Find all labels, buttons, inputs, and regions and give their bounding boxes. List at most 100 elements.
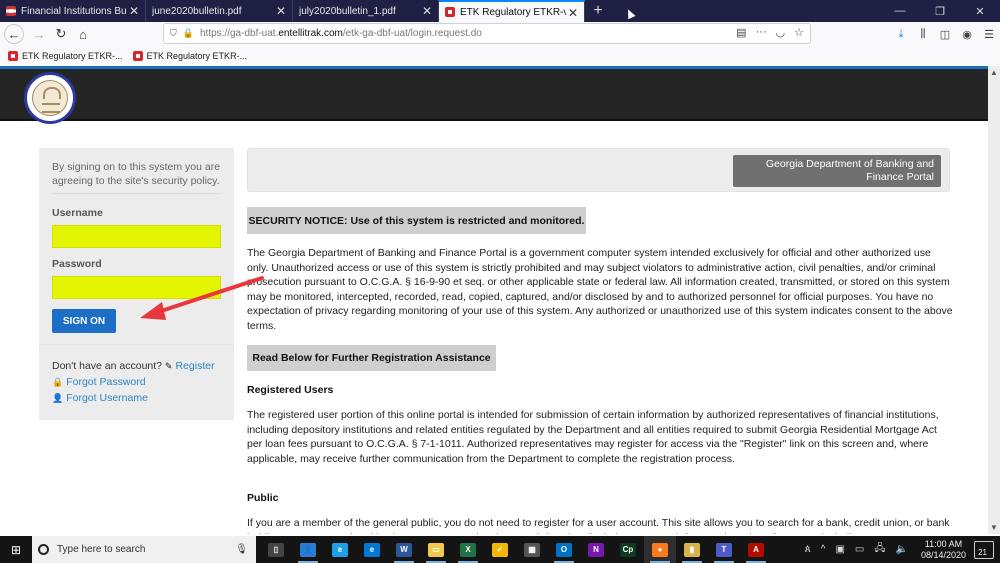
account-icon[interactable]: ◉ bbox=[956, 28, 978, 41]
etk-icon bbox=[132, 51, 143, 61]
firefox-icon: ● bbox=[652, 542, 668, 557]
bookmark-label: ETK Regulatory ETKR-... bbox=[146, 51, 248, 61]
windows-start-icon[interactable]: ⊞ bbox=[0, 536, 32, 563]
microphone-icon[interactable]: 🎙 bbox=[235, 544, 248, 555]
tab-etk-regulatory[interactable]: ETK Regulatory ETKR-v1.24.06.0 ✕ bbox=[439, 0, 585, 22]
tray-app-icon[interactable]: ▣ bbox=[835, 544, 844, 555]
volume-icon[interactable]: 🔈 bbox=[896, 544, 908, 555]
taskbar-app-word[interactable]: W bbox=[388, 536, 420, 563]
clock-time: 11:00 AM bbox=[924, 538, 963, 549]
tab-july2020bulletin[interactable]: july2020bulletin_1.pdf ✕ bbox=[293, 0, 439, 22]
forgot-username-link[interactable]: Forgot Username bbox=[66, 392, 148, 404]
username-label: Username bbox=[52, 207, 103, 219]
system-tray: ጰ ^ ▣ ▭ 🖧 🔈 11:00 AM 08/14/2020 21 bbox=[800, 536, 1000, 563]
navigation-toolbar: ← → ↻ ⌂ ⛉ 🔒 https://ga-dbf-uat. entellitr… bbox=[0, 22, 1000, 46]
password-input[interactable] bbox=[52, 276, 221, 299]
back-button[interactable]: ← bbox=[4, 24, 24, 44]
teams-icon: T bbox=[716, 542, 732, 557]
reload-button[interactable]: ↻ bbox=[50, 23, 72, 45]
page-actions-icon[interactable]: ··· bbox=[756, 26, 767, 39]
tab-title: july2020bulletin_1.pdf bbox=[299, 5, 396, 17]
bookmark-star-icon[interactable]: ☆ bbox=[794, 26, 804, 39]
taskbar-app-acrobat[interactable]: A bbox=[740, 536, 772, 563]
library-icon[interactable]: ⫼ bbox=[912, 28, 934, 41]
close-icon[interactable]: ✕ bbox=[276, 4, 286, 18]
user-icon: 👤 bbox=[52, 393, 64, 403]
taskbar-app-people[interactable]: 👤 bbox=[292, 536, 324, 563]
taskbar-apps: ▯ 👤 e e W ▭ X ✓ ▦ O N Cp ● ▮ T A bbox=[260, 536, 772, 563]
archive-icon: ▮ bbox=[684, 542, 700, 557]
show-hidden-icons[interactable]: ^ bbox=[821, 544, 826, 555]
taskbar-app-excel[interactable]: X bbox=[452, 536, 484, 563]
taskbar-app-norton[interactable]: ✓ bbox=[484, 536, 516, 563]
restore-icon[interactable]: ❐ bbox=[920, 0, 960, 22]
clock[interactable]: 11:00 AM 08/14/2020 bbox=[921, 539, 966, 561]
taskbar-app-teams[interactable]: T bbox=[708, 536, 740, 563]
people-icon: 👤 bbox=[300, 542, 316, 557]
taskbar-app-firefox[interactable]: ● bbox=[644, 536, 676, 563]
sidebar-icon[interactable]: ◫ bbox=[934, 28, 956, 41]
portal-title-badge: Georgia Department of Banking and Financ… bbox=[733, 155, 941, 187]
close-window-icon[interactable]: ✕ bbox=[960, 0, 1000, 22]
taskbar-app-edge[interactable]: e bbox=[356, 536, 388, 563]
tab-title: Financial Institutions Bulletin (2 bbox=[21, 5, 127, 17]
calculator-icon: ▦ bbox=[524, 542, 540, 557]
clock-date: 08/14/2020 bbox=[920, 549, 966, 560]
scroll-down-icon[interactable]: ▼ bbox=[990, 523, 998, 532]
url-prefix: https://ga-dbf-uat. bbox=[199, 28, 279, 39]
taskbar-app-internet-explorer[interactable]: e bbox=[324, 536, 356, 563]
tracking-shield-icon[interactable]: ⛉ bbox=[170, 28, 177, 39]
browser-tab-strip: Financial Institutions Bulletin (2 ✕ jun… bbox=[0, 0, 1000, 22]
taskbar-search[interactable]: Type here to search 🎙 bbox=[32, 536, 256, 563]
tab-financial-institutions-bulletin[interactable]: Financial Institutions Bulletin (2 ✕ bbox=[0, 0, 146, 22]
menu-icon[interactable]: ☰ bbox=[978, 28, 1000, 41]
forgot-password-link[interactable]: Forgot Password bbox=[66, 376, 145, 388]
battery-icon[interactable]: ▭ bbox=[855, 544, 864, 555]
lock-icon: 🔒 bbox=[52, 377, 64, 387]
register-link[interactable]: Register bbox=[175, 360, 214, 372]
home-button[interactable]: ⌂ bbox=[72, 23, 94, 45]
new-tab-button[interactable]: + bbox=[585, 0, 611, 22]
minimize-icon[interactable]: — bbox=[880, 0, 920, 22]
page-scrollbar[interactable]: ▲ ▼ bbox=[988, 66, 1000, 534]
taskbar-app-calculator[interactable]: ▦ bbox=[516, 536, 548, 563]
captivate-icon: Cp bbox=[620, 542, 636, 557]
notification-count: 21 bbox=[978, 547, 987, 557]
lock-icon[interactable]: 🔒 bbox=[183, 28, 194, 39]
public-heading: Public bbox=[247, 492, 279, 504]
portal-banner: Georgia Department of Banking and Financ… bbox=[247, 148, 950, 192]
scroll-up-icon[interactable]: ▲ bbox=[990, 68, 998, 77]
people-tray-icon[interactable]: ጰ bbox=[805, 544, 811, 555]
reader-view-icon[interactable]: ▤ bbox=[736, 26, 746, 39]
taskbar-app-task-view[interactable]: ▯ bbox=[260, 536, 292, 563]
download-icon[interactable]: ⤓ bbox=[890, 28, 912, 41]
bookmark-item[interactable]: ETK Regulatory ETKR-... bbox=[8, 51, 123, 61]
file-explorer-icon: ▭ bbox=[428, 542, 444, 557]
network-icon[interactable]: 🖧 bbox=[874, 541, 885, 558]
url-bar[interactable]: ⛉ 🔒 https://ga-dbf-uat. entellitrak.com/e… bbox=[163, 23, 811, 44]
word-icon: W bbox=[396, 542, 412, 557]
tab-june2020bulletin[interactable]: june2020bulletin.pdf ✕ bbox=[146, 0, 293, 22]
taskbar-app-outlook[interactable]: O bbox=[548, 536, 580, 563]
username-input[interactable] bbox=[52, 225, 221, 248]
taskbar-app-file-explorer[interactable]: ▭ bbox=[420, 536, 452, 563]
cortana-icon bbox=[38, 544, 49, 555]
close-icon[interactable]: ✕ bbox=[422, 4, 432, 18]
notifications-icon[interactable]: 21 bbox=[974, 540, 994, 559]
task-view-icon: ▯ bbox=[268, 542, 284, 557]
search-placeholder: Type here to search bbox=[57, 544, 146, 555]
security-policy-text: By signing on to this system you are agr… bbox=[52, 161, 221, 187]
sign-on-button[interactable]: SIGN ON bbox=[52, 309, 116, 333]
taskbar-app-onenote[interactable]: N bbox=[580, 536, 612, 563]
windows-taskbar: ⊞ Type here to search 🎙 ▯ 👤 e e W ▭ X ✓ ▦ O N Cp ● ▮ T… bbox=[0, 536, 1000, 563]
taskbar-app-archive[interactable]: ▮ bbox=[676, 536, 708, 563]
url-path: /etk-ga-dbf-uat/login.request.do bbox=[342, 28, 482, 39]
tab-title: ETK Regulatory ETKR-v1.24.06.0 bbox=[460, 6, 566, 18]
bookmark-item[interactable]: ETK Regulatory ETKR-... bbox=[132, 51, 248, 61]
outlook-icon: O bbox=[556, 542, 572, 557]
pocket-icon[interactable]: ◡ bbox=[776, 26, 786, 39]
forward-button[interactable]: → bbox=[28, 23, 50, 45]
close-icon[interactable]: ✕ bbox=[568, 6, 578, 20]
close-icon[interactable]: ✕ bbox=[129, 4, 139, 18]
taskbar-app-captivate[interactable]: Cp bbox=[612, 536, 644, 563]
